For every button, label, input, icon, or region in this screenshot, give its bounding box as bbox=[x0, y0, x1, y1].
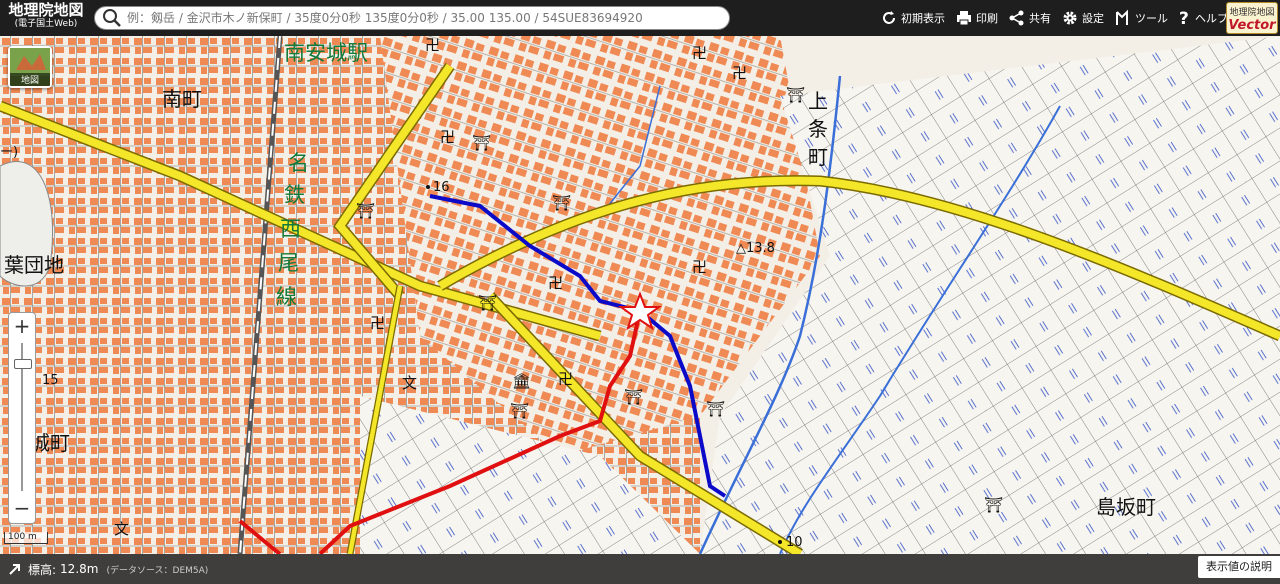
temple-symbol: 卍 bbox=[692, 258, 707, 276]
search-input[interactable] bbox=[123, 7, 729, 29]
triangulation-point: △13.8 bbox=[736, 241, 775, 256]
shrine-symbol: ⛩ bbox=[786, 86, 805, 104]
toolbar: 初期表示 印刷 共有 設定 ツール ? ヘルプ bbox=[880, 0, 1238, 36]
label-rail-3: 西 bbox=[280, 217, 301, 241]
shrine-symbol: ⛩ bbox=[510, 402, 529, 420]
zoom-control: + − bbox=[8, 312, 36, 524]
settings-label: 設定 bbox=[1082, 12, 1104, 25]
label-rail-1: 名 bbox=[288, 151, 309, 175]
temple-symbol: 卍 bbox=[732, 64, 747, 82]
search-icon[interactable] bbox=[101, 7, 123, 29]
zoom-out-button[interactable]: − bbox=[9, 495, 35, 521]
label-minami-anjo-station: 南安城駅 bbox=[284, 41, 368, 65]
school-symbol: 文 bbox=[114, 520, 129, 538]
settings-button[interactable]: 設定 bbox=[1061, 9, 1104, 27]
basemap-switch-button[interactable]: 地図 bbox=[8, 46, 52, 88]
app-header: 地理院地図 (電子国土Web) 初期表示 印刷 bbox=[0, 0, 1280, 36]
app-subtitle: (電子国土Web) bbox=[14, 19, 78, 29]
shrine-symbol: ⛩ bbox=[478, 294, 497, 312]
badge-line1: 地理院地図 bbox=[1229, 8, 1275, 18]
print-button[interactable]: 印刷 bbox=[955, 9, 998, 27]
basemap-label: 地図 bbox=[10, 73, 50, 86]
status-bar: 標高: 12.8m (データソース：DEM5A) bbox=[0, 554, 1280, 584]
school-symbol: 文 bbox=[402, 374, 417, 392]
shrine-symbol: ⛩ bbox=[472, 134, 491, 152]
label-kamijo-2: 条 bbox=[808, 117, 828, 141]
help-icon: ? bbox=[1179, 9, 1189, 27]
label-hato-danchi: 葉団地 bbox=[4, 253, 64, 277]
badge-line2: Vector bbox=[1228, 18, 1276, 33]
shrine-symbol: ⛩ bbox=[356, 202, 375, 220]
tools-button[interactable]: ツール bbox=[1114, 9, 1168, 27]
museum-symbol: 🏛 bbox=[512, 372, 531, 390]
zoom-slider-thumb[interactable] bbox=[14, 359, 32, 369]
map-svg[interactable]: || bbox=[0, 36, 1280, 554]
temple-symbol: 卍 bbox=[692, 44, 707, 62]
refresh-icon bbox=[883, 11, 895, 24]
expand-arrow-icon[interactable] bbox=[8, 562, 22, 576]
map-thumbnail-icon bbox=[10, 48, 50, 76]
label-rail-2: 鉄 bbox=[284, 183, 305, 207]
tools-label: ツール bbox=[1135, 12, 1168, 25]
label-kamijo-3: 町 bbox=[808, 145, 828, 169]
shrine-symbol: ⛩ bbox=[624, 388, 643, 406]
elevation-point bbox=[778, 540, 782, 544]
shrine-symbol: ⛩ bbox=[984, 496, 1003, 514]
label-shimasaka-machi: 島坂町 bbox=[1096, 495, 1156, 519]
label-minami-machi: 南町 bbox=[162, 87, 202, 111]
temple-symbol: 卍 bbox=[558, 370, 573, 388]
elevation-label: 標高: bbox=[28, 562, 57, 577]
value-explanation-button[interactable]: 表示値の説明 bbox=[1198, 556, 1280, 578]
label-shiro-machi: 城町 bbox=[30, 431, 70, 455]
share-icon bbox=[1009, 10, 1024, 26]
shrine-symbol: ⛩ bbox=[706, 400, 725, 418]
vector-badge[interactable]: 地理院地図 Vector bbox=[1226, 2, 1278, 34]
print-label: 印刷 bbox=[976, 12, 998, 25]
label-rail-5: 線 bbox=[276, 285, 297, 309]
temple-symbol: 卍 bbox=[370, 314, 385, 332]
gear-icon bbox=[1063, 11, 1077, 25]
tool-icon bbox=[1116, 9, 1128, 25]
share-label: 共有 bbox=[1029, 12, 1051, 25]
label-paren-fragment: ー) bbox=[0, 145, 18, 160]
elevation-16: 16 bbox=[433, 180, 450, 195]
elevation-10: 10 bbox=[786, 535, 803, 550]
scale-bar: 100 m bbox=[4, 532, 48, 544]
elevation-value: 12.8m bbox=[60, 562, 99, 576]
share-button[interactable]: 共有 bbox=[1008, 9, 1051, 27]
shrine-symbol: ⛩ bbox=[552, 194, 571, 212]
reset-view-label: 初期表示 bbox=[901, 12, 945, 25]
help-button[interactable]: ? ヘルプ bbox=[1178, 9, 1228, 27]
app-logo[interactable]: 地理院地図 (電子国土Web) bbox=[4, 2, 88, 34]
reset-view-button[interactable]: 初期表示 bbox=[880, 9, 945, 27]
printer-icon bbox=[957, 11, 971, 26]
elevation-point bbox=[426, 185, 430, 189]
map-canvas[interactable]: || bbox=[0, 36, 1280, 554]
temple-symbol: 卍 bbox=[440, 128, 455, 146]
svg-text:?: ? bbox=[1179, 9, 1189, 27]
label-kamijo-1: 上 bbox=[808, 89, 828, 113]
help-label: ヘルプ bbox=[1195, 12, 1228, 25]
temple-symbol: 卍 bbox=[548, 274, 563, 292]
elevation-15: 15 bbox=[42, 373, 59, 388]
temple-symbol: 卍 bbox=[425, 36, 440, 54]
app-title: 地理院地図 bbox=[8, 1, 84, 19]
label-rail-4: 尾 bbox=[278, 251, 299, 275]
data-source: (データソース：DEM5A) bbox=[106, 565, 209, 576]
zoom-in-button[interactable]: + bbox=[9, 313, 35, 339]
search-box bbox=[94, 6, 730, 30]
